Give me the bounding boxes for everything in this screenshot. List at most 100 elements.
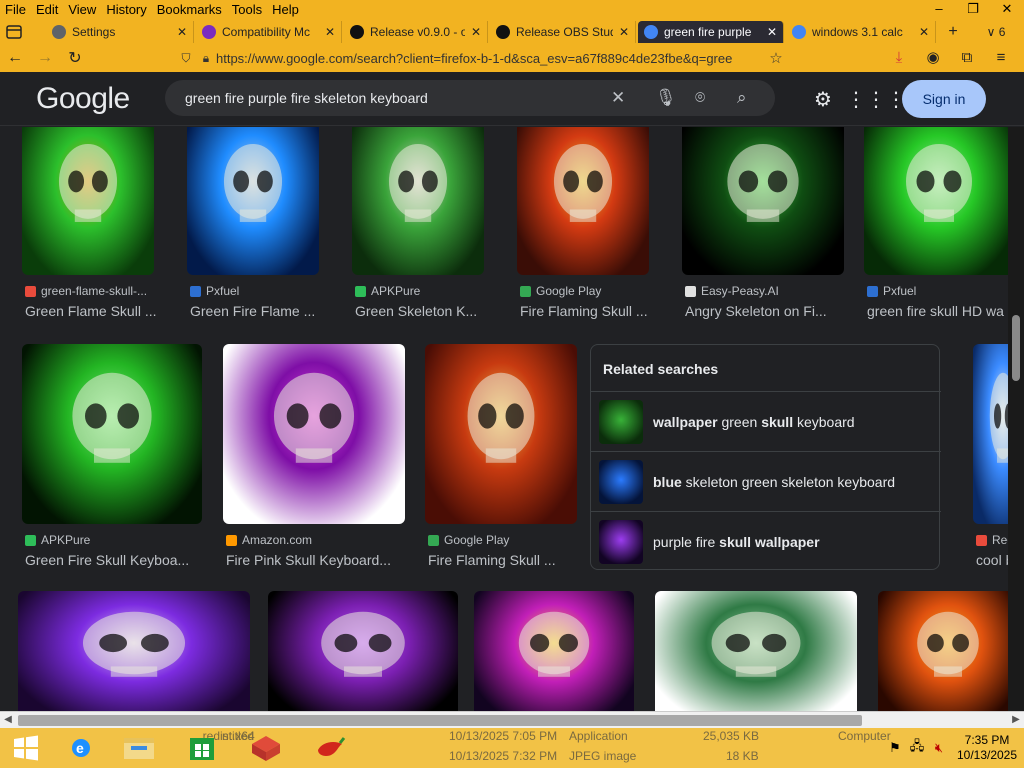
result-title[interactable]: Green Flame Skull ...: [25, 303, 163, 319]
image-thumbnail[interactable]: [223, 344, 405, 524]
result-title[interactable]: green fire skull HD wa: [867, 303, 1008, 319]
result-title[interactable]: Green Fire Skull Keyboa...: [25, 552, 211, 568]
result-title[interactable]: Green Fire Flame ...: [190, 303, 328, 319]
file-explorer-button[interactable]: [113, 731, 165, 765]
related-search-item[interactable]: blue skeleton green skeleton keyboard: [591, 451, 941, 511]
menu-edit[interactable]: Edit: [31, 0, 63, 20]
search-icon[interactable]: ⌕: [737, 88, 747, 108]
result-source[interactable]: APKPure: [355, 284, 420, 298]
settings-gear-icon[interactable]: ⚙: [800, 87, 846, 112]
vertical-scrollbar[interactable]: [1008, 127, 1024, 711]
app-button-pepper[interactable]: [304, 731, 356, 765]
clear-search-icon[interactable]: ✕: [611, 88, 625, 108]
flag-icon[interactable]: ⚑: [884, 740, 906, 756]
image-thumbnail[interactable]: [682, 127, 844, 275]
result-title[interactable]: Fire Flaming Skull ...: [520, 303, 658, 319]
tab-1[interactable]: Settings ✕: [46, 21, 194, 43]
network-icon[interactable]: 🖧︎: [906, 737, 928, 759]
image-thumbnail[interactable]: [18, 591, 250, 711]
result-title[interactable]: Fire Flaming Skull ...: [428, 552, 586, 568]
menu-help[interactable]: Help: [267, 0, 304, 20]
back-button[interactable]: ←: [0, 49, 30, 67]
extensions-icon[interactable]: ⧉: [950, 47, 984, 69]
menu-file[interactable]: File: [0, 0, 31, 20]
google-logo[interactable]: Google: [36, 82, 130, 116]
apps-grid-icon[interactable]: ⋮⋮⋮: [846, 87, 906, 112]
result-source[interactable]: Pxfuel: [867, 284, 916, 298]
close-tab-icon[interactable]: ✕: [325, 25, 335, 39]
app-button-red[interactable]: [240, 731, 292, 765]
tab-5[interactable]: green fire purple ✕: [638, 21, 784, 43]
close-tab-icon[interactable]: ✕: [919, 25, 929, 39]
result-title[interactable]: Angry Skeleton on Fi...: [685, 303, 853, 319]
result-title[interactable]: Green Skeleton K...: [355, 303, 493, 319]
download-icon[interactable]: ⤓: [882, 47, 916, 69]
result-source[interactable]: Amazon.com: [226, 533, 312, 547]
result-source[interactable]: Google Play: [428, 533, 509, 547]
horizontal-scroll-thumb[interactable]: [18, 715, 862, 726]
result-source[interactable]: green-flame-skull-...: [25, 284, 147, 298]
bookmark-star-icon[interactable]: ☆: [766, 49, 786, 67]
url-text[interactable]: https://www.google.com/search?client=fir…: [216, 51, 766, 66]
image-thumbnail[interactable]: [517, 127, 649, 275]
menu-view[interactable]: View: [63, 0, 101, 20]
menu-history[interactable]: History: [101, 0, 151, 20]
vertical-scroll-thumb[interactable]: [1012, 315, 1020, 381]
image-thumbnail[interactable]: [22, 344, 202, 524]
image-thumbnail[interactable]: [187, 127, 319, 275]
close-tab-icon[interactable]: ✕: [471, 25, 481, 39]
related-search-item[interactable]: purple fire skull wallpaper: [591, 511, 941, 571]
close-tab-icon[interactable]: ✕: [177, 25, 187, 39]
restore-button[interactable]: ❐: [956, 0, 990, 20]
result-title[interactable]: Fire Pink Skull Keyboard...: [226, 552, 414, 568]
sign-in-button[interactable]: Sign in: [902, 80, 986, 118]
image-thumbnail[interactable]: [268, 591, 458, 711]
new-tab-button[interactable]: +: [940, 21, 966, 43]
reload-button[interactable]: ↻: [60, 48, 90, 68]
search-input[interactable]: [165, 83, 585, 113]
start-button[interactable]: [0, 731, 52, 765]
image-thumbnail[interactable]: [474, 591, 634, 711]
image-thumbnail[interactable]: [878, 591, 1008, 711]
voice-search-icon[interactable]: 🎙︎: [655, 88, 677, 108]
result-source[interactable]: APKPure: [25, 533, 90, 547]
image-thumbnail[interactable]: [425, 344, 577, 524]
internet-explorer-button[interactable]: e: [55, 731, 107, 765]
site-favicon-icon: [520, 285, 531, 297]
result-source[interactable]: Google Play: [520, 284, 601, 298]
menu-icon[interactable]: ≡: [984, 47, 1018, 69]
firefox-view-button[interactable]: [0, 21, 38, 43]
result-title[interactable]: cool bl: [976, 552, 1008, 568]
result-source[interactable]: Redc: [976, 533, 1008, 547]
clock[interactable]: 7:35 PM 10/13/2025: [950, 733, 1024, 763]
tab-4[interactable]: Release OBS Stud ✕: [490, 21, 636, 43]
menu-bookmarks[interactable]: Bookmarks: [152, 0, 227, 20]
image-thumbnail[interactable]: [864, 127, 1008, 275]
image-thumbnail[interactable]: [973, 344, 1008, 524]
result-source[interactable]: Pxfuel: [190, 284, 239, 298]
volume-muted-icon[interactable]: 🔇︎: [928, 740, 950, 756]
tab-3[interactable]: Release v0.9.0 - ol ✕: [344, 21, 488, 43]
horizontal-scrollbar[interactable]: ◀ ▶: [0, 711, 1024, 728]
store-button[interactable]: [176, 731, 228, 765]
url-bar[interactable]: ⛉ 🔒︎ https://www.google.com/search?clien…: [176, 47, 786, 69]
scroll-left-icon[interactable]: ◀: [0, 712, 16, 728]
account-icon[interactable]: ◉: [916, 47, 950, 69]
minimize-button[interactable]: –: [922, 0, 956, 20]
result-source[interactable]: Easy-Peasy.AI: [685, 284, 779, 298]
image-thumbnail[interactable]: [655, 591, 857, 711]
menu-tools[interactable]: Tools: [227, 0, 267, 20]
forward-button[interactable]: →: [30, 49, 60, 67]
image-thumbnail[interactable]: [352, 127, 484, 275]
close-tab-icon[interactable]: ✕: [619, 25, 629, 39]
close-window-button[interactable]: ✕: [990, 0, 1024, 20]
scroll-right-icon[interactable]: ▶: [1008, 712, 1024, 728]
image-thumbnail[interactable]: [22, 127, 154, 275]
tab-6[interactable]: windows 3.1 calc ✕: [786, 21, 936, 43]
search-box[interactable]: ✕ 🎙︎ ⌾ ⌕: [165, 80, 775, 116]
related-search-item[interactable]: wallpaper green skull keyboard: [591, 391, 941, 451]
close-tab-icon[interactable]: ✕: [767, 25, 777, 39]
lens-search-icon[interactable]: ⌾: [695, 88, 705, 108]
tab-2[interactable]: Compatibility Mc ✕: [196, 21, 342, 43]
tab-list-button[interactable]: ∨ 6: [974, 21, 1018, 43]
